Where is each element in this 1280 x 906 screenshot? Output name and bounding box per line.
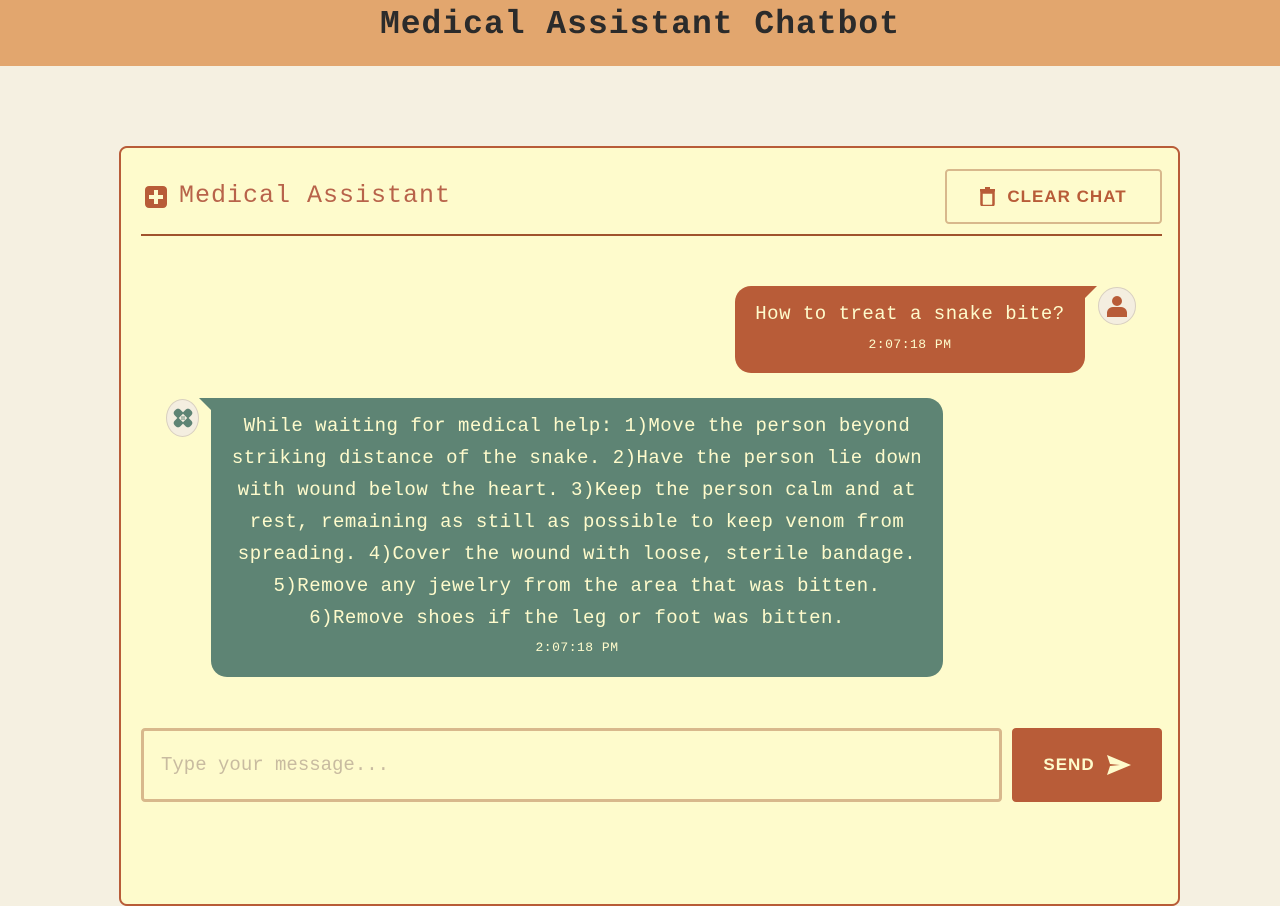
user-message-bubble: How to treat a snake bite? 2:07:18 PM <box>735 286 1085 373</box>
bot-avatar <box>166 399 199 437</box>
chat-card: Medical Assistant CLEAR CHAT How to trea… <box>119 146 1180 906</box>
message-input[interactable] <box>141 728 1002 802</box>
person-icon <box>1107 296 1127 317</box>
send-button[interactable]: SEND <box>1012 728 1162 802</box>
medical-kit-icon <box>145 186 167 208</box>
bot-message-time: 2:07:18 PM <box>535 640 619 655</box>
user-message-time: 2:07:18 PM <box>868 337 952 352</box>
bot-message-bubble: While waiting for medical help: 1)Move t… <box>211 398 943 677</box>
card-header: Medical Assistant CLEAR CHAT <box>141 168 1162 236</box>
clear-chat-button[interactable]: CLEAR CHAT <box>945 169 1162 224</box>
send-label: SEND <box>1043 755 1095 774</box>
trash-icon <box>980 187 996 206</box>
user-avatar <box>1098 287 1136 325</box>
card-title: Medical Assistant <box>179 181 452 210</box>
app-title: Medical Assistant Chatbot <box>379 6 901 43</box>
bandage-icon <box>173 408 192 428</box>
bot-bubble-tail <box>199 398 211 410</box>
paper-plane-icon <box>1106 755 1131 775</box>
user-bubble-tail <box>1085 286 1097 298</box>
clear-chat-label: CLEAR CHAT <box>1007 186 1127 206</box>
bot-message-text: While waiting for medical help: 1)Move t… <box>231 415 923 629</box>
app-header: Medical Assistant Chatbot <box>0 0 1280 66</box>
user-message-text: How to treat a snake bite? <box>755 303 1065 325</box>
